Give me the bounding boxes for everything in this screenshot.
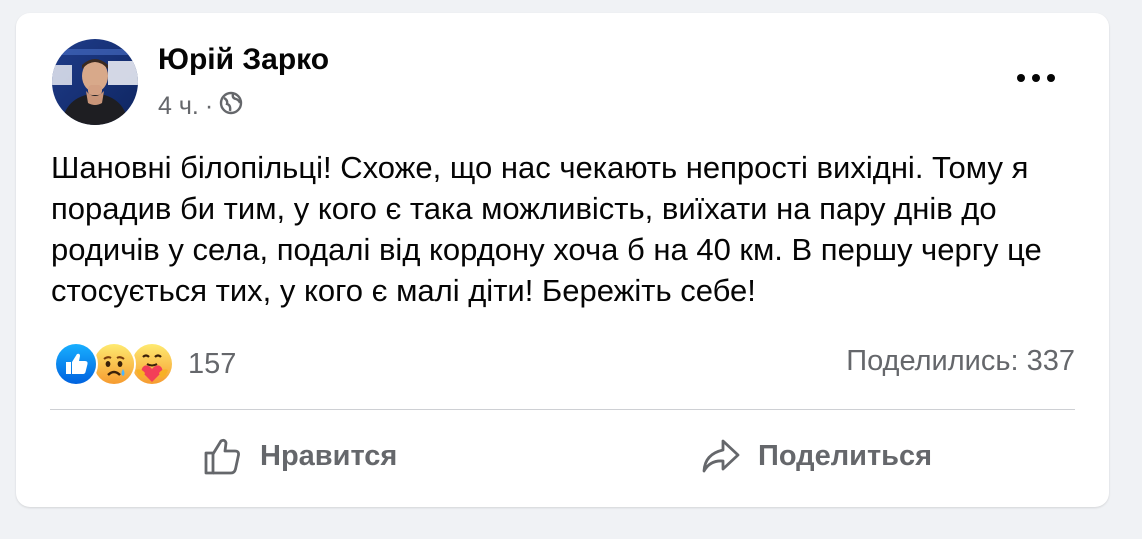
sad-reaction-icon [92,342,136,386]
like-button-label: Нравится [260,439,398,472]
share-button-label: Поделиться [758,439,933,472]
meta-separator: · [204,92,214,120]
share-count[interactable]: Поделились: 337 [846,345,1075,378]
post-card: Юрій Зарко 4 ч. · Шановні білопільці! Сх… [16,13,1109,507]
author-avatar[interactable] [52,39,138,125]
more-options-button[interactable] [1006,58,1066,98]
post-timestamp[interactable]: 4 ч. [158,92,199,121]
post-body: Шановні білопільці! Схоже, що нас чекают… [51,150,1042,308]
share-button[interactable]: Поделиться [700,431,932,481]
care-reaction-icon [130,342,174,386]
action-divider [50,409,1075,410]
more-options-icon [1017,74,1055,82]
reaction-count: 157 [188,347,237,380]
globe-icon [219,91,243,122]
post-meta: 4 ч. · [158,91,243,122]
like-reaction-icon [54,342,98,386]
share-arrow-icon [702,439,740,473]
reaction-summary[interactable]: 157 [54,342,236,386]
like-button[interactable]: Нравится [202,431,397,481]
author-name[interactable]: Юрій Зарко [158,43,329,77]
thumbs-up-icon [204,438,240,475]
